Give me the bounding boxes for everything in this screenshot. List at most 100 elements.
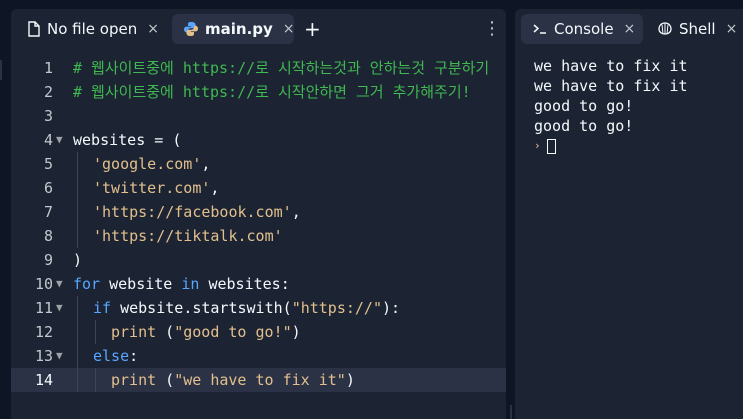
code-token: ) xyxy=(345,371,355,389)
code-text: 'google.com', xyxy=(93,152,210,176)
code-token: 'https://tiktalk.com' xyxy=(93,227,283,245)
shell-icon xyxy=(657,21,673,37)
code-text: else: xyxy=(93,344,138,368)
code-token: website xyxy=(111,299,184,317)
code-token: , xyxy=(291,203,301,221)
code-token: print xyxy=(111,323,157,341)
indent-guide xyxy=(95,320,96,344)
tab-console[interactable]: Console × xyxy=(521,14,643,44)
code-line[interactable]: 12 print ("good to go!") xyxy=(11,320,506,344)
console-line: we have to fix it xyxy=(534,77,688,95)
code-editor[interactable]: 1 # 웹사이트중에 https://로 시작하는것과 안하는것 구분하기 2 # 웹… xyxy=(11,56,506,392)
code-token: : xyxy=(280,275,290,293)
close-icon[interactable]: × xyxy=(624,21,636,37)
code-text: for website in websites: xyxy=(73,272,290,296)
code-line[interactable]: 13 ▼ else: xyxy=(11,344,506,368)
code-line[interactable]: 5 'google.com', xyxy=(11,152,506,176)
close-icon[interactable]: × xyxy=(283,21,295,37)
code-token: : xyxy=(129,347,139,365)
line-number: 14 xyxy=(34,371,53,389)
editor-tabbar: No file open × main.py × + ⋮ xyxy=(11,9,506,49)
code-text: 'twitter.com', xyxy=(93,176,219,200)
code-token: ( xyxy=(282,299,292,317)
line-number: 1 xyxy=(43,59,53,77)
console-line: good to go! xyxy=(534,97,634,115)
code-token: , xyxy=(201,155,211,173)
terminal-icon xyxy=(532,22,548,36)
tab-shell[interactable]: Shell × xyxy=(657,14,743,44)
code-token: ) xyxy=(291,323,301,341)
code-token: 'https://facebook.com' xyxy=(93,203,292,221)
console-tabbar: Console × Shell × xyxy=(515,9,743,49)
code-line[interactable]: 2 # 웹사이트중에 https://로 시작안하면 그거 추가해주기! xyxy=(11,80,506,104)
line-number: 7 xyxy=(43,203,53,221)
code-token: ) xyxy=(73,251,83,269)
line-number: 9 xyxy=(43,251,53,269)
code-line[interactable]: 14 print ("we have to fix it") xyxy=(11,368,506,392)
file-icon xyxy=(27,21,41,37)
code-token: ): xyxy=(382,299,401,317)
line-number: 10 xyxy=(34,275,53,293)
pane-resize-handle[interactable] xyxy=(510,405,512,419)
code-token: startswith xyxy=(192,299,283,317)
code-token: else xyxy=(93,347,130,365)
code-line[interactable]: 9) xyxy=(11,248,506,272)
indent-guide xyxy=(77,224,78,248)
code-line[interactable]: 10 ▼ for website in websites: xyxy=(11,272,506,296)
code-token: "https://" xyxy=(291,299,382,317)
add-tab-button[interactable]: + xyxy=(304,17,321,41)
close-icon[interactable]: × xyxy=(726,21,738,37)
console-line: good to go! xyxy=(534,117,634,135)
code-line[interactable]: 6 'twitter.com', xyxy=(11,176,506,200)
code-text: 'https://tiktalk.com' xyxy=(93,224,283,248)
more-options-icon[interactable]: ⋮ xyxy=(483,17,501,41)
code-line[interactable]: 11 ▼ if website.startswith("https://"): xyxy=(11,296,506,320)
tab-label: main.py xyxy=(205,20,273,38)
code-line[interactable]: 8 'https://tiktalk.com' xyxy=(11,224,506,248)
left-edge-handle[interactable] xyxy=(0,60,2,80)
fold-arrow-icon[interactable]: ▼ xyxy=(56,344,63,368)
code-text: # 웹사이트중에 https://로 시작안하면 그거 추가해주기! xyxy=(73,80,471,104)
code-token: ( xyxy=(156,323,175,341)
code-text: print ("good to go!") xyxy=(111,320,301,344)
fold-arrow-icon[interactable]: ▼ xyxy=(56,128,63,152)
tab-label: Console xyxy=(554,20,614,38)
prompt-arrow-icon: › xyxy=(534,139,541,152)
fold-arrow-icon[interactable]: ▼ xyxy=(56,272,63,296)
tab-no-file-open[interactable]: No file open × xyxy=(17,14,177,44)
code-token: , xyxy=(210,179,220,197)
code-text: websites = ( xyxy=(73,128,181,152)
console-prompt[interactable]: › xyxy=(534,136,688,156)
line-number: 6 xyxy=(43,179,53,197)
text-cursor xyxy=(546,138,556,154)
indent-guide xyxy=(77,368,78,392)
code-token: if xyxy=(93,299,112,317)
code-line[interactable]: 1 # 웹사이트중에 https://로 시작하는것과 안하는것 구분하기 xyxy=(11,56,506,80)
python-icon xyxy=(183,21,199,37)
code-token: = ( xyxy=(145,131,182,149)
console-output[interactable]: we have to fix it we have to fix it good… xyxy=(534,56,688,156)
line-number: 3 xyxy=(43,107,53,125)
indent-guide xyxy=(77,296,78,320)
indent-guide xyxy=(77,152,78,176)
code-text: if website.startswith("https://"): xyxy=(93,296,400,320)
tab-main-py[interactable]: main.py × xyxy=(172,14,295,44)
code-token: websites xyxy=(199,275,281,293)
code-line[interactable]: 7 'https://facebook.com', xyxy=(11,200,506,224)
code-text: print ("we have to fix it") xyxy=(111,368,355,392)
code-line[interactable]: 3 xyxy=(11,104,506,128)
code-line[interactable]: 4 ▼ websites = ( xyxy=(11,128,506,152)
code-token: in xyxy=(181,275,200,293)
line-number: 5 xyxy=(43,155,53,173)
code-token: for xyxy=(73,275,101,293)
code-token: 'google.com' xyxy=(93,155,202,173)
code-token: "we have to fix it" xyxy=(174,371,346,389)
fold-arrow-icon[interactable]: ▼ xyxy=(56,296,63,320)
console-line: we have to fix it xyxy=(534,57,688,75)
indent-guide xyxy=(95,368,96,392)
close-icon[interactable]: × xyxy=(147,21,159,37)
code-token: print xyxy=(111,371,157,389)
line-number: 4 xyxy=(43,131,53,149)
line-number: 11 xyxy=(34,299,53,317)
code-token: 'twitter.com' xyxy=(93,179,211,197)
